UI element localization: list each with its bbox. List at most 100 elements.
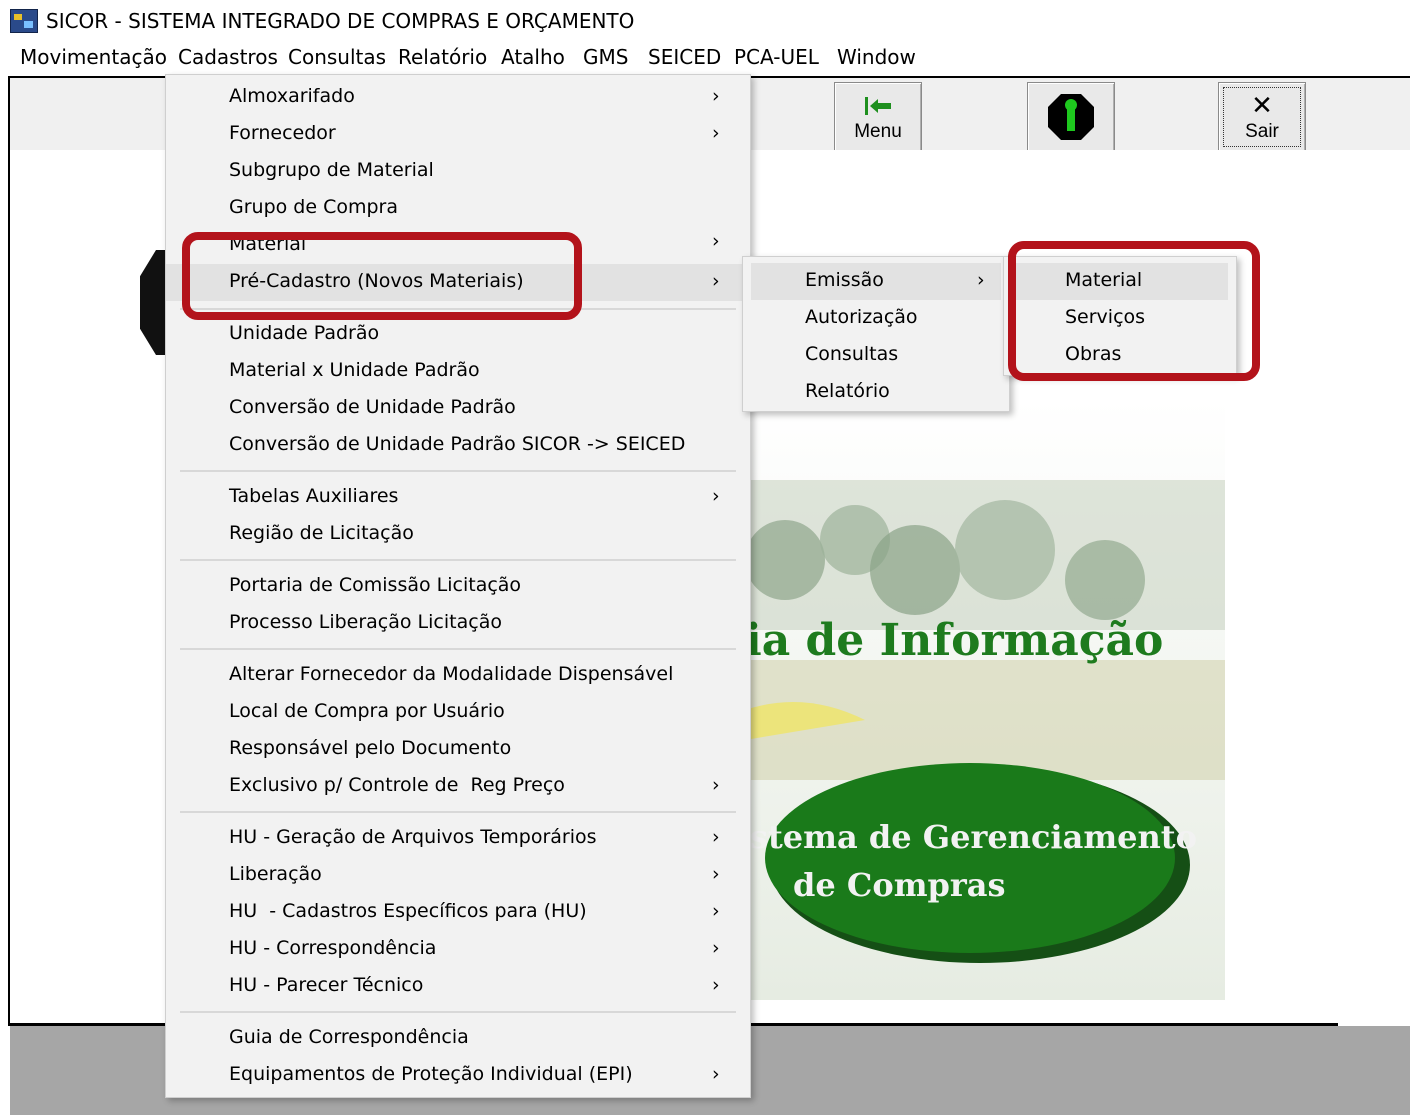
- title-bar: SICOR - SISTEMA INTEGRADO DE COMPRAS E O…: [0, 0, 1410, 40]
- close-icon: ✕: [1251, 91, 1273, 121]
- menu-gms[interactable]: GMS: [583, 45, 628, 69]
- chevron-right-icon: ›: [712, 774, 720, 796]
- menu-window[interactable]: Window: [837, 45, 916, 69]
- menu-item-label: HU - Correspondência: [229, 937, 437, 959]
- app-icon[interactable]: [10, 9, 38, 33]
- chevron-right-icon: ›: [712, 270, 720, 292]
- cadastros-dropdown: Almoxarifado › Fornecedor › Subgrupo de Ma…: [165, 74, 751, 1098]
- chevron-right-icon: ›: [977, 269, 985, 291]
- chevron-right-icon: ›: [712, 826, 720, 848]
- menu-bar: Movimentação Cadastros Consultas Relatór…: [0, 40, 1410, 74]
- menu-movimentacao[interactable]: Movimentação: [20, 45, 167, 69]
- menu-item-regiao-licitacao[interactable]: Região de Licitação: [166, 516, 750, 553]
- menu-item-exclusivo-reg-preco[interactable]: Exclusivo p/ Controle de Reg Preço ›: [166, 768, 750, 805]
- menu-item-label: Equipamentos de Proteção Individual (EPI…: [229, 1063, 633, 1085]
- menu-item-responsavel-documento[interactable]: Responsável pelo Documento: [166, 731, 750, 768]
- menu-item-local-compra[interactable]: Local de Compra por Usuário: [166, 694, 750, 731]
- menu-item-label: Guia de Correspondência: [229, 1026, 469, 1048]
- window-title: SICOR - SISTEMA INTEGRADO DE COMPRAS E O…: [46, 9, 635, 33]
- menu-item-fornecedor[interactable]: Fornecedor ›: [166, 116, 750, 153]
- menu-item-emissao[interactable]: Emissão ›: [751, 263, 1001, 300]
- menu-button[interactable]: Menu: [834, 82, 922, 152]
- menu-item-material-unidade-padrao[interactable]: Material x Unidade Padrão: [166, 353, 750, 390]
- menu-item-label: Portaria de Comissão Licitação: [229, 574, 522, 596]
- chevron-right-icon: ›: [712, 863, 720, 885]
- splash-title-2: stema de Gerenciamento: [750, 818, 1197, 856]
- splash-image: ia de Informação stema de Gerenciamento …: [745, 400, 1225, 1000]
- menu-item-label: Fornecedor: [229, 122, 336, 144]
- exit-button[interactable]: ✕ Sair: [1218, 82, 1306, 152]
- menu-item-label: Grupo de Compra: [229, 196, 399, 218]
- menu-relatorio[interactable]: Relatório: [398, 45, 487, 69]
- menu-item-label: Responsável pelo Documento: [229, 737, 512, 759]
- menu-item-liberacao[interactable]: Liberação ›: [166, 857, 750, 894]
- menu-item-subgrupo-material[interactable]: Subgrupo de Material: [166, 153, 750, 190]
- chevron-right-icon: ›: [712, 122, 720, 144]
- chevron-right-icon: ›: [712, 900, 720, 922]
- chevron-right-icon: ›: [712, 1063, 720, 1085]
- menu-separator: [180, 648, 736, 650]
- menu-item-processo-liberacao[interactable]: Processo Liberação Licitação: [166, 605, 750, 642]
- menu-item-guia-correspondencia[interactable]: Guia de Correspondência: [166, 1020, 750, 1057]
- menu-consultas[interactable]: Consultas: [288, 45, 386, 69]
- menu-item-label: HU - Parecer Técnico: [229, 974, 424, 996]
- menu-item-label: Relatório: [805, 380, 890, 402]
- menu-separator: [180, 470, 736, 472]
- menu-pca-uel[interactable]: PCA-UEL: [734, 45, 819, 69]
- stop-icon: [1048, 94, 1094, 140]
- menu-separator: [180, 559, 736, 561]
- menu-item-label: Conversão de Unidade Padrão: [229, 396, 516, 418]
- menu-seiced[interactable]: SEICED: [648, 45, 721, 69]
- chevron-right-icon: ›: [712, 485, 720, 507]
- menu-item-conversao-unidade[interactable]: Conversão de Unidade Padrão: [166, 390, 750, 427]
- menu-item-label: Liberação: [229, 863, 322, 885]
- menu-item-label: Unidade Padrão: [229, 322, 380, 344]
- menu-item-label: Emissão: [805, 269, 884, 291]
- menu-item-label: Exclusivo p/ Controle de Reg Preço: [229, 774, 565, 796]
- menu-item-label: Alterar Fornecedor da Modalidade Dispens…: [229, 663, 674, 685]
- campus-photo: [745, 400, 1225, 1000]
- pre-cadastro-submenu: Emissão › Autorização Consultas Relatório: [742, 256, 1010, 412]
- menu-item-label: Consultas: [805, 343, 899, 365]
- chevron-right-icon: ›: [712, 974, 720, 996]
- menu-item-conversao-sicor-seiced[interactable]: Conversão de Unidade Padrão SICOR -> SEI…: [166, 427, 750, 464]
- menu-item-label: Almoxarifado: [229, 85, 355, 107]
- menu-item-label: Subgrupo de Material: [229, 159, 434, 181]
- menu-item-autorizacao[interactable]: Autorização: [743, 300, 1009, 337]
- chevron-right-icon: ›: [712, 85, 720, 107]
- menu-item-relatorio[interactable]: Relatório: [743, 374, 1009, 411]
- frame-left-border: [8, 76, 10, 1026]
- menu-separator: [180, 811, 736, 813]
- menu-item-grupo-compra[interactable]: Grupo de Compra: [166, 190, 750, 227]
- menu-item-epi[interactable]: Equipamentos de Proteção Individual (EPI…: [166, 1057, 750, 1094]
- menu-item-tabelas-auxiliares[interactable]: Tabelas Auxiliares ›: [166, 479, 750, 516]
- exit-button-label: Sair: [1245, 121, 1279, 142]
- menu-button-label: Menu: [854, 121, 902, 142]
- menu-item-hu-cadastros-especificos[interactable]: HU - Cadastros Específicos para (HU) ›: [166, 894, 750, 931]
- splash-title-3: de Compras: [793, 866, 1006, 904]
- highlight-box-pre-cadastro: [182, 232, 582, 320]
- back-arrow-icon: [865, 97, 891, 115]
- menu-item-label: Conversão de Unidade Padrão SICOR -> SEI…: [229, 433, 686, 455]
- stop-button[interactable]: [1027, 82, 1115, 152]
- chevron-right-icon: ›: [712, 937, 720, 959]
- menu-separator: [180, 1011, 736, 1013]
- menu-item-label: Local de Compra por Usuário: [229, 700, 505, 722]
- menu-cadastros[interactable]: Cadastros: [178, 45, 278, 69]
- menu-atalho[interactable]: Atalho: [501, 45, 565, 69]
- menu-item-hu-correspondencia[interactable]: HU - Correspondência ›: [166, 931, 750, 968]
- menu-item-label: Material x Unidade Padrão: [229, 359, 480, 381]
- menu-item-alterar-fornecedor[interactable]: Alterar Fornecedor da Modalidade Dispens…: [166, 657, 750, 694]
- menu-item-hu-geracao-arquivos[interactable]: HU - Geração de Arquivos Temporários ›: [166, 820, 750, 857]
- menu-item-unidade-padrao[interactable]: Unidade Padrão: [166, 316, 750, 353]
- splash-title-1: ia de Informação: [745, 615, 1164, 666]
- menu-item-label: Autorização: [805, 306, 918, 328]
- menu-item-label: HU - Geração de Arquivos Temporários: [229, 826, 597, 848]
- menu-item-consultas[interactable]: Consultas: [743, 337, 1009, 374]
- menu-item-almoxarifado[interactable]: Almoxarifado ›: [166, 79, 750, 116]
- highlight-box-emissao-options: [1008, 241, 1260, 381]
- menu-item-label: HU - Cadastros Específicos para (HU): [229, 900, 587, 922]
- menu-item-portaria-comissao[interactable]: Portaria de Comissão Licitação: [166, 568, 750, 605]
- menu-item-label: Região de Licitação: [229, 522, 414, 544]
- menu-item-hu-parecer-tecnico[interactable]: HU - Parecer Técnico ›: [166, 968, 750, 1005]
